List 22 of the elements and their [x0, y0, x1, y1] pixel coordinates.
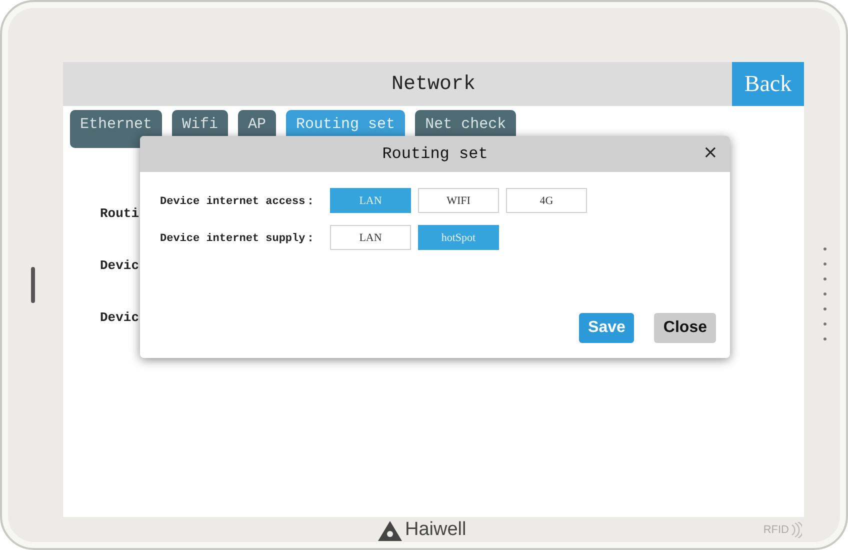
option-button[interactable]: hotSpot — [418, 225, 499, 250]
wireless-icon — [790, 522, 802, 538]
dialog-title: Routing set — [382, 145, 488, 163]
field-label: Device internet supply： — [160, 232, 318, 245]
window-title: Network — [391, 72, 476, 96]
tab[interactable]: Ethernet — [70, 110, 162, 148]
option-button[interactable]: LAN — [330, 188, 411, 213]
option-button[interactable]: LAN — [330, 225, 411, 250]
brand-label: Haiwell — [405, 518, 466, 540]
close-button[interactable]: Close — [654, 313, 716, 343]
setting-label: Devic — [100, 258, 140, 273]
back-button[interactable]: Back — [732, 62, 804, 106]
save-button[interactable]: Save — [579, 313, 634, 343]
close-button[interactable]: × — [700, 142, 720, 163]
side-button-icon — [30, 267, 34, 303]
setting-label: Routi — [100, 206, 140, 221]
rfid-label: RFID — [763, 524, 789, 536]
option-button[interactable]: WIFI — [418, 188, 499, 213]
field-label: Device internet access： — [160, 195, 318, 208]
option-button[interactable]: 4G — [506, 188, 587, 213]
setting-label: Devic — [100, 310, 140, 325]
logo-icon — [378, 520, 402, 540]
